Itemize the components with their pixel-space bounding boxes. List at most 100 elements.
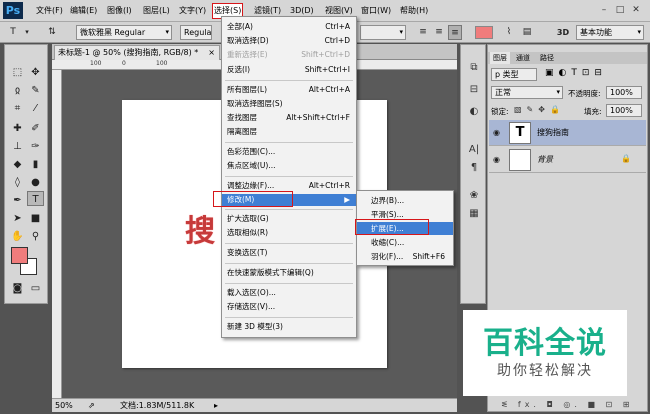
document-tab[interactable]: 未标题-1 @ 50% (搜狗指南, RGB/8) * ×: [54, 45, 220, 60]
tab-layers[interactable]: 图层: [490, 52, 510, 64]
text-orientation-icon[interactable]: ⇅: [45, 25, 59, 40]
canvas-text-selection[interactable]: 搜: [185, 206, 217, 250]
3d-icon[interactable]: 3D: [556, 25, 570, 40]
eraser-tool-icon[interactable]: ◆: [9, 157, 26, 172]
healing-brush-tool-icon[interactable]: ✚: [9, 121, 26, 136]
chevron-right-icon[interactable]: ▸: [214, 399, 218, 412]
workspace-select[interactable]: 基本功能 ▾: [576, 25, 644, 40]
menu-item-grow[interactable]: 扩大选取(G): [222, 213, 356, 225]
status-bar: 50% ⇗ 文档:1.83M/511.8K ▸: [52, 398, 457, 412]
layer-row-background[interactable]: ◉ 背景 🔒: [489, 147, 646, 173]
menu-image[interactable]: 图像(I): [107, 4, 132, 18]
font-style-select[interactable]: Regular: [180, 25, 212, 40]
lock-icon: 🔒: [621, 154, 631, 163]
menu-item-find-layers[interactable]: 查找图层 Alt+Shift+Ctrl+F: [222, 112, 356, 124]
menu-item-inverse[interactable]: 反选(I) Shift+Ctrl+I: [222, 64, 356, 76]
chevron-down-icon: ▾: [556, 88, 560, 96]
tab-channels[interactable]: 通道: [513, 52, 533, 64]
menu-item-quick-mask[interactable]: 在快速蒙版模式下编辑(Q): [222, 267, 356, 279]
fill-input[interactable]: 100%: [606, 104, 642, 117]
layers-footer-icons[interactable]: ᓬ fx. ◘ ◎. ■ ⊡ ⊞: [489, 398, 646, 412]
chevron-down-icon[interactable]: ▾: [20, 25, 34, 40]
zoom-tool-icon[interactable]: ⚲: [27, 229, 44, 244]
properties-icon[interactable]: ⊟: [466, 81, 482, 99]
menu-help[interactable]: 帮助(H): [400, 4, 428, 18]
marquee-tool-icon[interactable]: ⬚: [9, 65, 26, 80]
layer-row-text[interactable]: ◉ T 搜狗指南: [489, 120, 646, 146]
menu-item-deselect-layers[interactable]: 取消选择图层(S): [222, 98, 356, 110]
menu-type[interactable]: 文字(Y): [179, 4, 206, 18]
align-right-icon[interactable]: ≡: [448, 25, 462, 40]
blur-tool-icon[interactable]: ◊: [9, 175, 26, 190]
eyedropper-tool-icon[interactable]: ⁄: [27, 101, 44, 116]
photoshop-logo: Ps: [3, 2, 23, 19]
history-brush-tool-icon[interactable]: ✑: [27, 139, 44, 154]
menu-item-deselect[interactable]: 取消选择(D) Ctrl+D: [222, 35, 356, 47]
text-color-swatch[interactable]: [475, 26, 493, 39]
gradient-tool-icon[interactable]: ▮: [27, 157, 44, 172]
adjustments-icon[interactable]: ◐: [466, 103, 482, 121]
move-tool-icon[interactable]: ✥: [27, 65, 44, 80]
character-panel-icon[interactable]: ▤: [520, 25, 534, 40]
font-family-select[interactable]: 微软雅黑 Regular ▾: [76, 25, 172, 40]
submenu-item-contract[interactable]: 收缩(C)...: [357, 236, 453, 249]
menu-item-all-layers[interactable]: 所有图层(L) Alt+Ctrl+A: [222, 84, 356, 96]
share-icon[interactable]: ⇗: [88, 399, 95, 412]
eye-icon[interactable]: ◉: [493, 128, 500, 137]
clone-stamp-tool-icon[interactable]: ⊥: [9, 139, 26, 154]
menu-item-similar[interactable]: 选取相似(R): [222, 227, 356, 239]
close-button[interactable]: ✕: [629, 3, 643, 17]
menu-item-load-selection[interactable]: 载入选区(O)...: [222, 287, 356, 299]
hand-tool-icon[interactable]: ✋: [9, 229, 26, 244]
submenu-item-feather[interactable]: 羽化(F)... Shift+F6: [357, 250, 453, 263]
screen-mode-icon[interactable]: ▭: [27, 281, 44, 296]
menu-item-focus-area[interactable]: 焦点区域(U)...: [222, 160, 356, 172]
lock-icons[interactable]: ▧✎✥🔒: [514, 105, 565, 114]
align-center-icon[interactable]: ≡: [432, 25, 446, 40]
close-icon[interactable]: ×: [208, 46, 215, 60]
menu-item-isolate-layers[interactable]: 隔离图层: [222, 126, 356, 138]
brush-tool-icon[interactable]: ✐: [27, 121, 44, 136]
zoom-level[interactable]: 50%: [55, 399, 73, 412]
menu-window[interactable]: 窗口(W): [361, 4, 391, 18]
anti-alias-select[interactable]: ▾: [360, 25, 406, 40]
history-icon[interactable]: ⧉: [466, 59, 482, 77]
align-left-icon[interactable]: ≡: [416, 25, 430, 40]
dodge-tool-icon[interactable]: ●: [27, 175, 44, 190]
swatches-icon[interactable]: ❀: [466, 187, 482, 205]
menu-item-all[interactable]: 全部(A) Ctrl+A: [222, 21, 356, 33]
eye-icon[interactable]: ◉: [493, 155, 500, 164]
menu-layer[interactable]: 图层(L): [143, 4, 170, 18]
menu-item-color-range[interactable]: 色彩范围(C)...: [222, 146, 356, 158]
opacity-input[interactable]: 100%: [606, 86, 642, 99]
blend-mode-select[interactable]: 正常 ▾: [491, 86, 563, 99]
warp-text-icon[interactable]: ⌇: [502, 25, 516, 40]
foreground-color-swatch[interactable]: [11, 247, 28, 264]
minimize-button[interactable]: –: [597, 3, 611, 17]
filter-icons[interactable]: ▣◐T⊡⊟: [545, 68, 607, 78]
watermark-title: 百科全说: [483, 326, 607, 361]
menu-separator: [225, 263, 353, 264]
grid-icon[interactable]: ▦: [466, 205, 482, 223]
quick-select-tool-icon[interactable]: ✎: [27, 83, 44, 98]
layer-kind-filter[interactable]: p 类型: [491, 68, 537, 81]
tab-paths[interactable]: 路径: [537, 52, 557, 64]
menu-item-new-3d-model[interactable]: 新建 3D 模型(3): [222, 321, 356, 333]
type-tool-icon[interactable]: T: [27, 191, 44, 206]
paragraph-icon[interactable]: ¶: [466, 159, 482, 177]
crop-tool-icon[interactable]: ⌗: [9, 101, 26, 116]
pen-tool-icon[interactable]: ✒: [9, 193, 26, 208]
text-tool-preset-icon[interactable]: T: [6, 25, 20, 40]
rectangle-tool-icon[interactable]: ■: [27, 211, 44, 226]
quick-mask-icon[interactable]: ◙: [9, 281, 26, 296]
menu-item-transform-selection[interactable]: 变换选区(T): [222, 247, 356, 259]
chevron-down-icon: ▾: [165, 28, 169, 36]
menu-edit[interactable]: 编辑(E): [70, 4, 97, 18]
lasso-tool-icon[interactable]: ჲ: [9, 83, 26, 98]
submenu-item-border[interactable]: 边界(B)...: [357, 194, 453, 207]
character-icon[interactable]: A|: [466, 141, 482, 159]
menu-file[interactable]: 文件(F): [36, 4, 63, 18]
menu-item-save-selection[interactable]: 存储选区(V)...: [222, 301, 356, 313]
maximize-button[interactable]: □: [613, 3, 627, 17]
path-select-tool-icon[interactable]: ➤: [9, 211, 26, 226]
